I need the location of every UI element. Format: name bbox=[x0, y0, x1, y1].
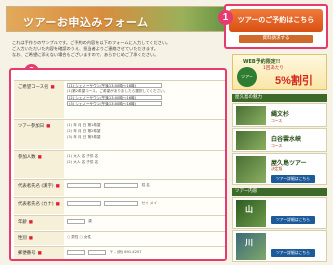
sidebar-card-river[interactable]: 川 ツアー詳細はこちら bbox=[232, 230, 327, 262]
gender-label: 性別 bbox=[18, 236, 27, 241]
tour-details-button[interactable]: ツアー詳細はこちら bbox=[271, 175, 315, 183]
ad-discount: 5%割引 bbox=[275, 75, 313, 87]
last-name-kana-input[interactable] bbox=[67, 200, 101, 206]
callout-badge-1: 1 bbox=[218, 10, 233, 25]
ad-headline: WEB予約限定!! bbox=[243, 59, 281, 65]
ad-subline: 1回あたり bbox=[263, 66, 284, 71]
sidebar-card-yakushima-tour[interactable]: 屋久島ツアー 決定版 ツアー詳細はこちら bbox=[232, 153, 327, 185]
card-title: 縄文杉 bbox=[271, 111, 290, 118]
name-kana-hint: セイ メイ bbox=[141, 201, 158, 205]
card-thumbnail bbox=[236, 156, 266, 183]
zip-input-2[interactable] bbox=[88, 249, 107, 255]
name-kana-label: 代表者氏名 (カナ) bbox=[18, 202, 54, 207]
card-title: 白谷雲水峡 bbox=[271, 136, 302, 143]
form-row-name-kana: 代表者氏名 (カナ) ■ セイ メイ bbox=[14, 197, 225, 214]
required-mark: ■ bbox=[37, 251, 42, 256]
gender-radio-group[interactable]: ○ 男性 ○ 女性 bbox=[67, 235, 91, 239]
tour-details-button[interactable]: ツアー詳細はこちら bbox=[271, 216, 315, 224]
form-row-name-kanji: 代表者氏名 (漢字) ■ 姓 名 bbox=[14, 179, 225, 196]
required-mark: ■ bbox=[46, 124, 51, 129]
zip-input-1[interactable] bbox=[67, 249, 85, 255]
card-thumbnail bbox=[236, 131, 266, 150]
card-thumbnail bbox=[236, 106, 266, 125]
intro-line: なお、ご希望に添えない場合もございますので、あらかじめご了承ください。 bbox=[12, 52, 159, 57]
sidebar-card-shiratani[interactable]: 白谷雲水峡 コース bbox=[232, 128, 327, 152]
participants-input-2[interactable]: (2) 大人 名 子供 名 bbox=[67, 160, 222, 165]
sidebar-section-attractions: 屋久島の魅力 bbox=[232, 94, 327, 102]
required-mark: ■ bbox=[28, 236, 33, 241]
age-label: 年齢 bbox=[18, 220, 27, 225]
last-name-input[interactable] bbox=[67, 182, 101, 188]
course-select-3[interactable]: (3) シェノーサウン(午後13:00時〜16時) bbox=[67, 101, 162, 106]
name-kanji-hint: 姓 名 bbox=[141, 183, 150, 187]
form-row-zip: 郵便番号 ■ 〒 - (例) 891-4207 bbox=[14, 246, 225, 259]
course-note: (1)第2希望コース。ご希望がありましたら選択してください。 bbox=[67, 89, 168, 93]
card-title: 川 bbox=[245, 238, 253, 247]
required-mark: ■ bbox=[50, 85, 55, 90]
age-unit: 歳 bbox=[88, 219, 92, 223]
request-brochure-button[interactable]: 資料請求する bbox=[239, 35, 313, 43]
reservation-form: ご希望コース名 ■ (1) シェノーサウン(午後13:00時〜16時) (1)第2… bbox=[9, 68, 227, 261]
date-input-1[interactable]: (1) 年 月 日 第1希望 bbox=[67, 123, 222, 128]
required-mark: ■ bbox=[37, 155, 42, 160]
course-select-1[interactable]: (1) シェノーサウン(午後13:00時〜16時) bbox=[67, 83, 162, 88]
card-sub: コース bbox=[271, 143, 283, 148]
name-kanji-label: 代表者氏名 (漢字) bbox=[18, 184, 54, 189]
web-discount-ad[interactable]: ツアー WEB予約限定!! 1回あたり 5%割引 bbox=[232, 54, 327, 90]
date-label: ツアー参加日 bbox=[18, 124, 45, 129]
zip-label: 郵便番号 bbox=[18, 251, 36, 256]
ad-logo: ツアー bbox=[237, 67, 257, 87]
sidebar-section-tours: ツアー内容 bbox=[232, 188, 327, 196]
form-row-age: 年齢 ■ 歳 bbox=[14, 215, 225, 230]
intro-text: これは手作りのサンプルです。ご予約の内容を以下のフォームに入力してください。 ご… bbox=[12, 40, 218, 58]
required-mark: ■ bbox=[55, 184, 60, 189]
required-mark: ■ bbox=[28, 220, 33, 225]
card-title: 山 bbox=[245, 205, 253, 214]
sidebar-card-mountain[interactable]: 山 ツアー詳細はこちら bbox=[232, 197, 327, 229]
card-sub: 決定版 bbox=[271, 166, 283, 171]
form-row-gender: 性別 ■ ○ 男性 ○ 女性 bbox=[14, 231, 225, 245]
page-title: ツアーお申込みフォーム bbox=[23, 16, 149, 29]
participants-input-1[interactable]: (1) 大人 名 子供 名 bbox=[67, 154, 222, 159]
course-select-2[interactable]: (2) シェノーサウン(午後13:00時〜16時) bbox=[67, 95, 162, 100]
participants-label: 参加人数 bbox=[18, 155, 36, 160]
form-row-date: ツアー参加日 ■ (1) 年 月 日 第1希望 (2) 年 月 日 第2希望 (3… bbox=[14, 119, 225, 149]
date-input-2[interactable]: (2) 年 月 日 第2希望 bbox=[67, 129, 222, 134]
course-label: ご希望コース名 bbox=[18, 85, 49, 90]
date-input-3[interactable]: (3) 年 月 日 第3希望 bbox=[67, 135, 222, 140]
form-row-course: ご希望コース名 ■ (1) シェノーサウン(午後13:00時〜16時) (1)第2… bbox=[14, 80, 225, 118]
age-input[interactable] bbox=[67, 218, 85, 224]
reserve-tour-button[interactable]: ツアーのご予約はこちら bbox=[229, 9, 323, 32]
first-name-input[interactable] bbox=[104, 182, 139, 188]
card-sub: コース bbox=[271, 118, 283, 123]
required-mark: ■ bbox=[55, 202, 60, 207]
form-row-participants: 参加人数 ■ (1) 大人 名 子供 名 (2) 大人 名 子供 名 bbox=[14, 150, 225, 178]
first-name-kana-input[interactable] bbox=[104, 200, 139, 206]
sidebar-card-jomonsugi[interactable]: 縄文杉 コース bbox=[232, 103, 327, 127]
zip-hint: 〒 - (例) 891-4207 bbox=[109, 250, 142, 254]
tour-details-button[interactable]: ツアー詳細はこちら bbox=[271, 249, 315, 257]
